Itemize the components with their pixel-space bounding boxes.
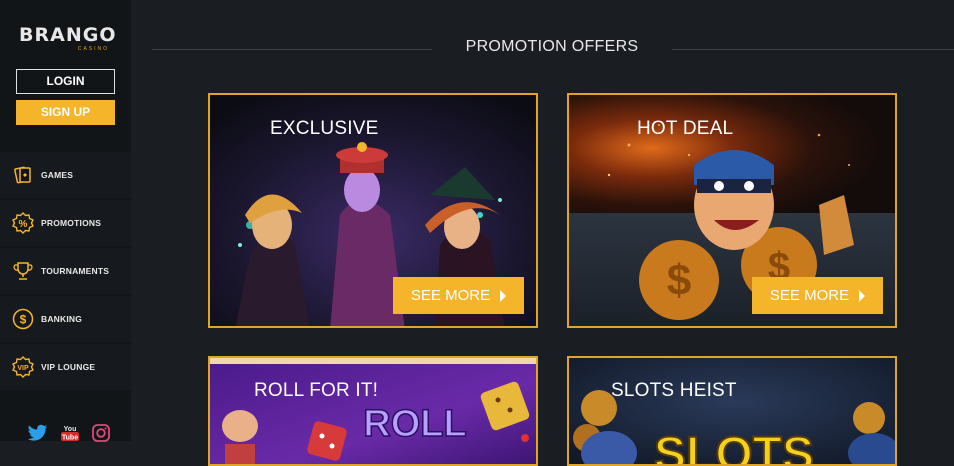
promo-card-slots-heist[interactable]: SLOTS SLOTS HEIST bbox=[567, 356, 897, 466]
arrow-right-icon bbox=[500, 289, 507, 302]
svg-text:$: $ bbox=[667, 256, 691, 305]
brand-logo[interactable]: BRANGO CASINO bbox=[19, 24, 117, 54]
see-more-button[interactable]: SEE MORE bbox=[393, 277, 524, 314]
svg-text:ROLL: ROLL bbox=[363, 403, 466, 445]
logo-text: BRANGO bbox=[19, 24, 117, 46]
sidebar-item-banking[interactable]: $ BANKING bbox=[0, 296, 131, 342]
sidebar-item-label: TOURNAMENTS bbox=[41, 266, 110, 276]
promo-title: HOT DEAL bbox=[637, 118, 734, 139]
login-button[interactable]: LOGIN bbox=[16, 69, 115, 94]
sidebar-item-promotions[interactable]: % PROMOTIONS bbox=[0, 200, 131, 246]
divider bbox=[672, 49, 954, 50]
svg-text:%: % bbox=[19, 219, 28, 230]
sidebar-item-label: VIP LOUNGE bbox=[41, 362, 96, 372]
promo-title: SLOTS HEIST bbox=[611, 380, 737, 401]
svg-text:You: You bbox=[64, 426, 77, 433]
promo-card-exclusive[interactable]: EXCLUSIVE SEE MORE bbox=[208, 93, 538, 328]
logo-subtext: CASINO bbox=[77, 46, 109, 52]
sidebar-item-games[interactable]: GAMES bbox=[0, 152, 131, 198]
sidebar-nav: GAMES % PROMOTIONS TOURNAMENTS $ BANKING… bbox=[0, 152, 131, 392]
svg-text:Tube: Tube bbox=[62, 435, 78, 442]
see-more-label: SEE MORE bbox=[769, 287, 850, 304]
signup-button[interactable]: SIGN UP bbox=[16, 100, 115, 125]
sidebar-item-label: BANKING bbox=[41, 314, 83, 324]
promo-title: EXCLUSIVE bbox=[270, 118, 379, 139]
sidebar-item-vip-lounge[interactable]: VIP VIP LOUNGE bbox=[0, 344, 131, 390]
promo-card-hot-deal[interactable]: $ $ HOT DEAL SEE MORE bbox=[567, 93, 897, 328]
svg-text:$: $ bbox=[20, 313, 27, 327]
instagram-icon[interactable] bbox=[92, 424, 110, 447]
svg-text:VIP: VIP bbox=[17, 365, 29, 372]
promo-title: ROLL FOR IT! bbox=[254, 380, 379, 401]
page-header: PROMOTION OFFERS bbox=[152, 38, 954, 58]
cards-icon bbox=[12, 164, 34, 186]
see-more-label: SEE MORE bbox=[410, 287, 491, 304]
page-title: PROMOTION OFFERS bbox=[465, 38, 639, 55]
see-more-button[interactable]: SEE MORE bbox=[752, 277, 883, 314]
svg-text:SLOTS: SLOTS bbox=[654, 428, 814, 466]
sidebar-item-label: PROMOTIONS bbox=[41, 218, 102, 228]
percent-badge-icon: % bbox=[12, 212, 34, 234]
sidebar-item-tournaments[interactable]: TOURNAMENTS bbox=[0, 248, 131, 294]
promo-card-roll-for-it[interactable]: ROLL ROLL FOR IT! bbox=[208, 356, 538, 466]
trophy-icon bbox=[12, 260, 34, 282]
sidebar-item-label: GAMES bbox=[41, 170, 74, 180]
vip-badge-icon: VIP bbox=[12, 356, 34, 378]
arrow-right-icon bbox=[859, 289, 866, 302]
dollar-coin-icon: $ bbox=[12, 308, 34, 330]
youtube-icon[interactable]: You Tube bbox=[60, 424, 80, 447]
sidebar: BRANGO CASINO LOGIN SIGN UP GAMES % PROM… bbox=[0, 0, 131, 442]
social-links: You Tube bbox=[27, 424, 110, 447]
promo-art-roll-for-it: ROLL bbox=[210, 358, 536, 464]
divider bbox=[152, 49, 432, 50]
promo-art-slots-heist: SLOTS bbox=[569, 358, 895, 466]
twitter-icon[interactable] bbox=[27, 424, 48, 447]
main-content: PROMOTION OFFERS EXCLUSIVE SEE MORE $ $ … bbox=[131, 0, 954, 466]
